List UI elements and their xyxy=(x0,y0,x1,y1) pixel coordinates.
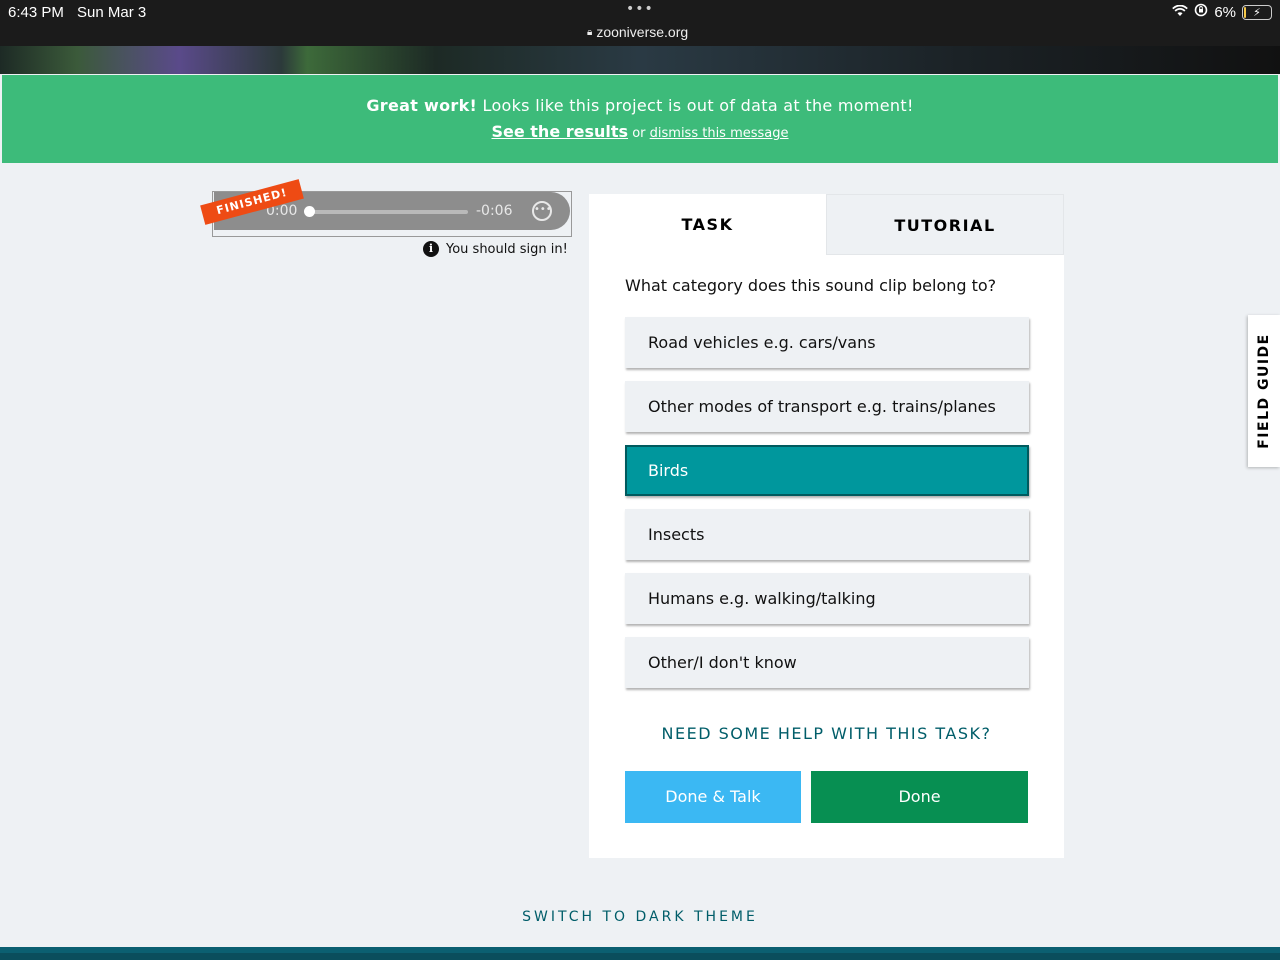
banner-actions: See the results or dismiss this message xyxy=(2,122,1278,141)
task-panel: TASK TUTORIAL What category does this so… xyxy=(589,194,1064,858)
tab-task[interactable]: TASK xyxy=(589,194,826,255)
orientation-lock-icon xyxy=(1194,3,1208,21)
task-help-link[interactable]: NEED SOME HELP WITH THIS TASK? xyxy=(589,724,1064,743)
battery-percent: 6% xyxy=(1214,3,1236,21)
ios-status-bar: 6:43 PM Sun Mar 3 ••• 🔒︎ zooniverse.org … xyxy=(0,0,1280,46)
tab-tutorial[interactable]: TUTORIAL xyxy=(826,194,1064,255)
address-url: zooniverse.org xyxy=(596,24,689,40)
more-options-icon[interactable]: ••• xyxy=(532,201,552,221)
banner-or: or xyxy=(628,126,650,141)
out-of-data-banner: Great work! Looks like this project is o… xyxy=(2,75,1278,163)
dismiss-message-link[interactable]: dismiss this message xyxy=(650,126,789,141)
banner-message: Great work! Looks like this project is o… xyxy=(2,96,1278,115)
lock-icon: 🔒︎ xyxy=(587,26,593,38)
answer-birds[interactable]: Birds xyxy=(625,445,1029,496)
task-question: What category does this sound clip belon… xyxy=(625,276,997,295)
remaining-time: -0:06 xyxy=(476,203,513,219)
more-dots-icon[interactable]: ••• xyxy=(626,1,654,17)
done-and-talk-button[interactable]: Done & Talk xyxy=(625,771,801,823)
blurred-header xyxy=(0,46,1280,74)
charging-bolt-icon: ⚡︎ xyxy=(1253,6,1261,19)
battery-icon: ⚡︎ xyxy=(1242,4,1272,20)
field-guide-label: FIELD GUIDE xyxy=(1256,333,1272,449)
answer-other-dont-know[interactable]: Other/I don't know xyxy=(625,637,1029,688)
wifi-icon xyxy=(1172,4,1189,21)
footer-bar xyxy=(0,947,1280,960)
answer-insects[interactable]: Insects xyxy=(625,509,1029,560)
field-guide-tab[interactable]: FIELD GUIDE xyxy=(1248,315,1280,467)
status-indicators: 6% ⚡︎ xyxy=(1172,3,1272,21)
see-results-link[interactable]: See the results xyxy=(491,122,628,141)
switch-dark-theme-link[interactable]: SWITCH TO DARK THEME xyxy=(0,909,1280,925)
answer-list: Road vehicles e.g. cars/vans Other modes… xyxy=(625,317,1029,701)
battery-level xyxy=(1244,6,1246,18)
sign-in-text: You should sign in! xyxy=(446,241,568,257)
status-time: 6:43 PM xyxy=(8,4,64,21)
audio-scrubber[interactable] xyxy=(310,210,468,214)
info-icon: i xyxy=(423,241,439,257)
status-date: Sun Mar 3 xyxy=(77,4,147,21)
answer-humans[interactable]: Humans e.g. walking/talking xyxy=(625,573,1029,624)
sign-in-notice: i You should sign in! xyxy=(423,241,568,257)
banner-text: Looks like this project is out of data a… xyxy=(477,96,914,115)
scrubber-handle[interactable] xyxy=(304,206,315,217)
answer-road-vehicles[interactable]: Road vehicles e.g. cars/vans xyxy=(625,317,1029,368)
done-button[interactable]: Done xyxy=(811,771,1028,823)
banner-strong: Great work! xyxy=(366,96,478,115)
answer-other-transport[interactable]: Other modes of transport e.g. trains/pla… xyxy=(625,381,1029,432)
address-bar[interactable]: 🔒︎ zooniverse.org xyxy=(587,24,688,40)
